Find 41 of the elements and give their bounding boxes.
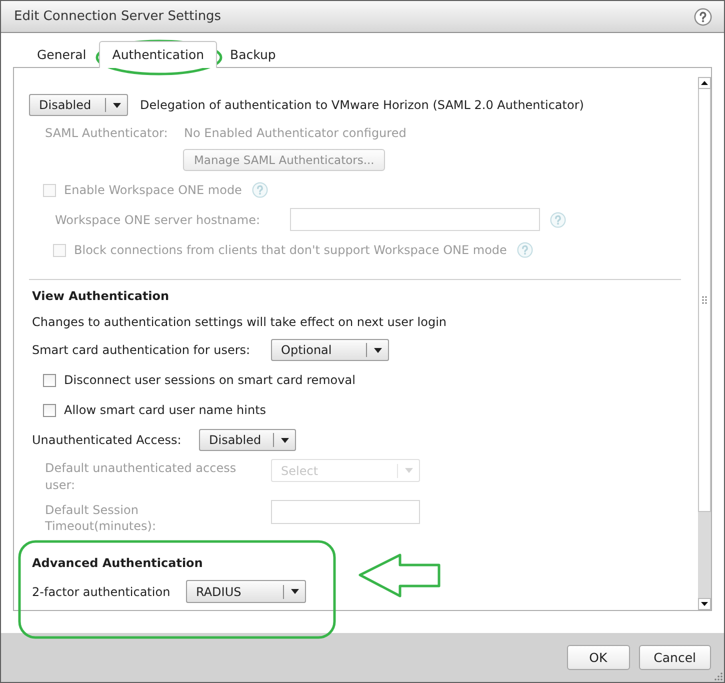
field-label: Workspace ONE server hostname: [55, 212, 262, 228]
checkbox-label: Allow smart card user name hints [64, 402, 266, 418]
help-icon[interactable] [694, 8, 712, 26]
dropdown[interactable]: Disabled [199, 429, 296, 451]
dropdown[interactable]: RADIUS [186, 580, 306, 603]
dialog-button[interactable]: Cancel [638, 645, 711, 670]
caret-icon [291, 589, 299, 594]
section-heading: Advanced Authentication [32, 555, 203, 571]
scrollbar-thumb[interactable] [698, 89, 711, 512]
checkbox[interactable] [43, 374, 56, 386]
info-text: Changes to authentication settings will take effect on next user login [32, 314, 447, 330]
checkbox[interactable] [43, 404, 56, 416]
field-label: Default Session Timeout(minutes): [45, 502, 157, 534]
field-label: Unauthenticated Access: [32, 432, 182, 448]
tab[interactable]: Backup [217, 41, 289, 67]
field-label: SAML Authenticator: [45, 125, 169, 141]
checkbox-label: Enable Workspace ONE mode [64, 182, 242, 198]
checkbox-label: Block connections from clients that don't support Workspace ONE mode [74, 242, 507, 258]
down-triangle-icon [701, 602, 708, 606]
dropdown[interactable]: Disabled [29, 94, 128, 116]
field-label: Smart card authentication for users: [32, 342, 252, 358]
up-triangle-icon [701, 81, 708, 85]
resize-grip-icon[interactable] [714, 672, 723, 681]
caret-icon [113, 102, 121, 108]
scroll-down-button[interactable] [698, 598, 711, 610]
tab[interactable]: Authentication [99, 41, 218, 68]
caret-icon [405, 468, 413, 473]
tab[interactable]: General [24, 41, 100, 67]
delegation-label: Delegation of authentication to VMware Horizon (SAML 2.0 Authenticator) [140, 97, 584, 113]
field-label: 2-factor authentication [32, 584, 172, 600]
caret-icon [281, 438, 289, 442]
field-label: Default unauthenticated access user: [45, 460, 238, 494]
caret-icon [374, 348, 382, 352]
grip-icon [702, 296, 707, 304]
window-title: Edit Connection Server Settings [14, 9, 222, 24]
scroll-up-button[interactable] [698, 77, 711, 89]
section-heading: View Authentication [32, 288, 170, 304]
checkbox-label: Disconnect user sessions on smart card removal [64, 372, 356, 388]
dialog-button[interactable]: OK [566, 645, 630, 670]
dropdown[interactable]: Optional [271, 339, 389, 361]
field-value: No Enabled Authenticator configured [184, 125, 406, 141]
